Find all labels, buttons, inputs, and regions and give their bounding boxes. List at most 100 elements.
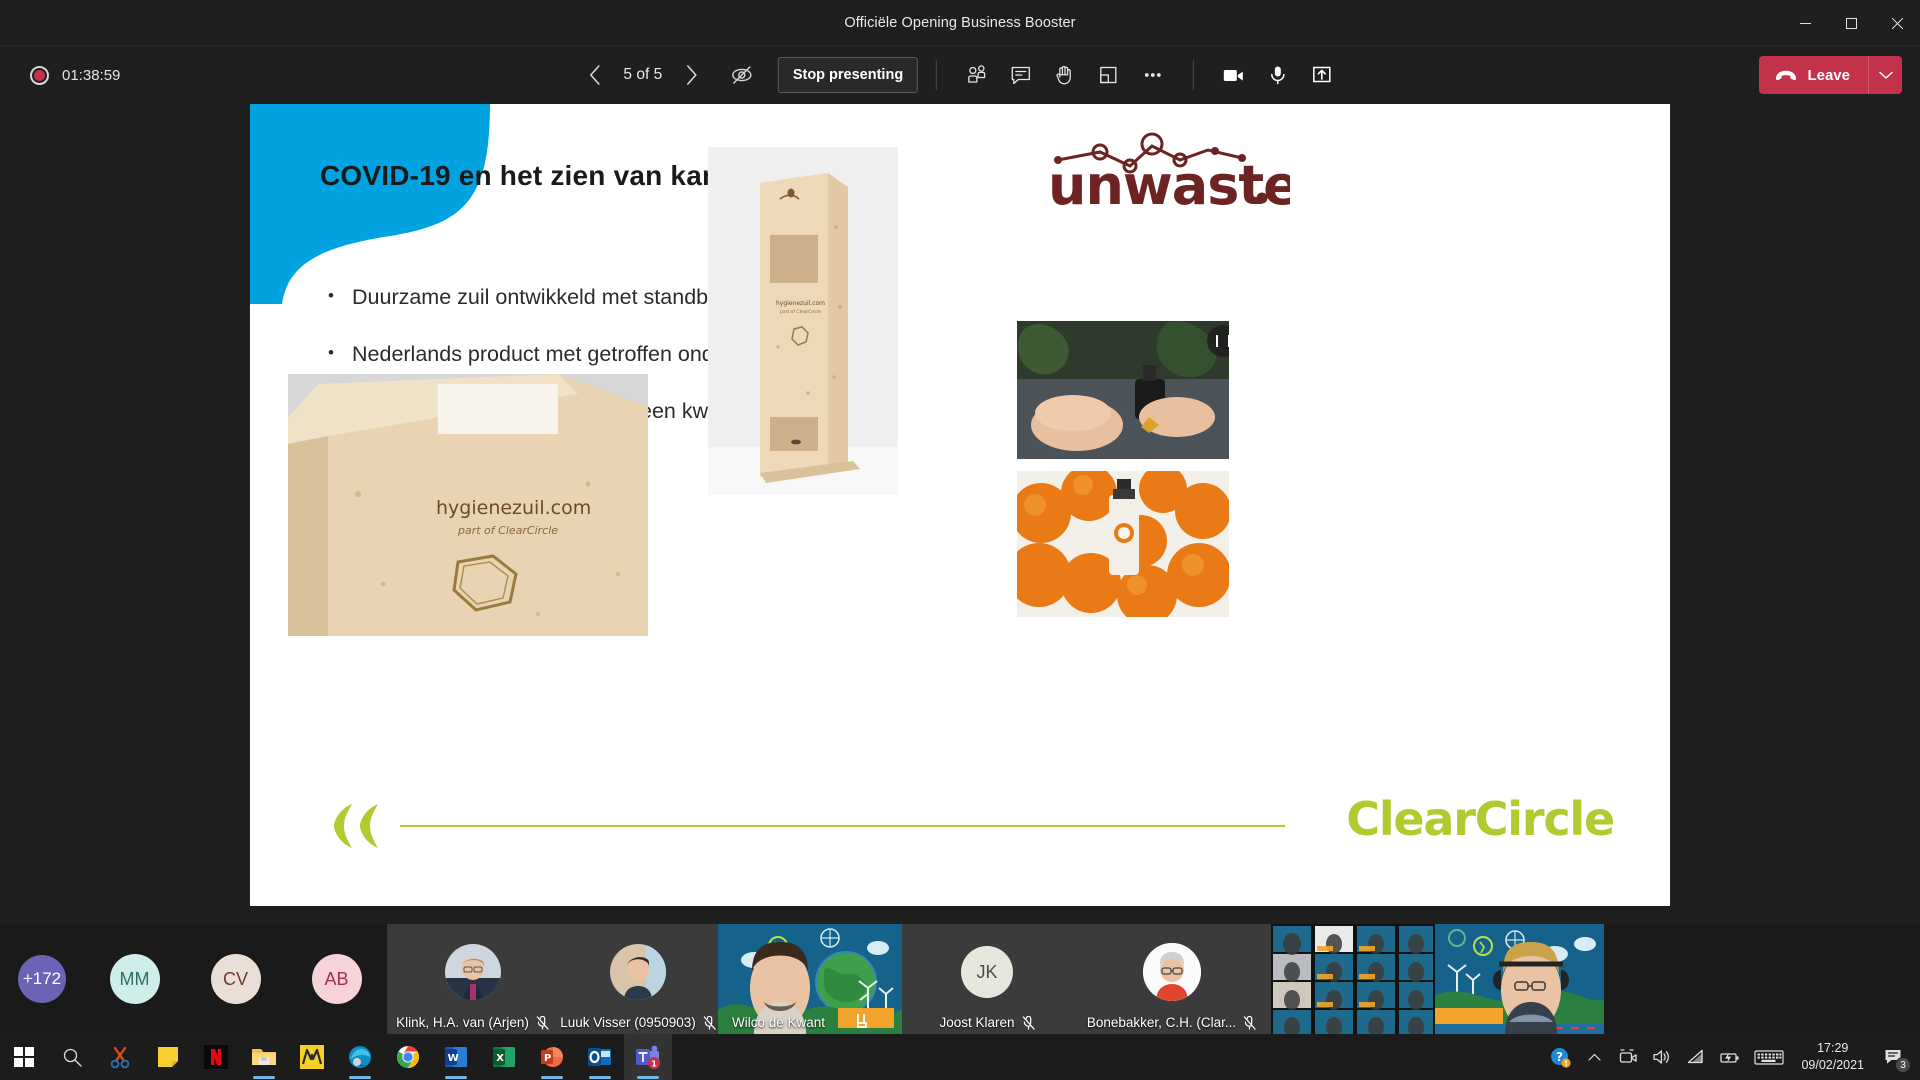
running-indicator <box>445 1076 467 1079</box>
chevron-up-icon[interactable] <box>1577 1034 1611 1080</box>
presentation-controls: 5 of 5 Stop presenting <box>576 46 1344 104</box>
previous-slide-button[interactable] <box>576 56 614 94</box>
image-hand-sanitizer-dispense <box>1014 318 1232 462</box>
teams-badge-count: 1 <box>651 1060 657 1069</box>
taskbar-app-netflix[interactable] <box>192 1034 240 1080</box>
next-slide-button[interactable] <box>672 56 710 94</box>
meeting-toolbar: 01:38:59 5 of 5 Stop presenting <box>0 46 1920 104</box>
participant-tile-joost[interactable]: JK Joost Klaren <box>902 924 1072 1034</box>
stop-presenting-button[interactable]: Stop presenting <box>778 57 918 93</box>
taskbar-app-snipping-tool[interactable] <box>96 1034 144 1080</box>
taskbar-app-word[interactable]: W <box>432 1034 480 1080</box>
help-icon[interactable]: ? <box>1543 1034 1577 1080</box>
participant-tile-mm[interactable]: MM <box>84 924 185 1034</box>
volume-icon[interactable] <box>1645 1034 1679 1080</box>
taskbar-app-teams[interactable]: 1 <box>624 1034 672 1080</box>
leave-main[interactable]: Leave <box>1759 56 1868 94</box>
participant-tile-video-grid[interactable] <box>1271 924 1435 1034</box>
meeting-stage: COVID-19 en het zien van kansen • Duurza… <box>0 104 1920 924</box>
participant-name: Wilco de Kwant <box>732 1015 825 1030</box>
overflow-participants-tile[interactable]: +172 <box>0 924 84 1034</box>
participant-tile-ab[interactable]: AB <box>286 924 387 1034</box>
participant-name: Joost Klaren <box>939 1015 1014 1030</box>
close-button[interactable] <box>1874 0 1920 46</box>
leave-dropdown-caret[interactable] <box>1868 56 1902 94</box>
svg-text:unwaste: unwaste <box>1048 154 1290 214</box>
participant-name: Bonebakker, C.H. (Clar... <box>1087 1015 1236 1030</box>
participant-tile-bonebakker[interactable]: Bonebakker, C.H. (Clar... <box>1072 924 1271 1034</box>
mic-muted-icon <box>536 1016 549 1030</box>
share-content-icon[interactable] <box>1300 53 1344 97</box>
svg-text:P: P <box>544 1053 551 1064</box>
brand-rule <box>400 825 1285 827</box>
participant-nametag: Wilco de Kwant <box>718 1015 902 1030</box>
wifi-icon[interactable] <box>1679 1034 1713 1080</box>
raise-hand-icon[interactable] <box>1043 53 1087 97</box>
running-indicator <box>637 1076 659 1079</box>
participant-tile-video-last[interactable] <box>1435 924 1604 1034</box>
breakout-rooms-icon[interactable] <box>1087 53 1131 97</box>
leave-button[interactable]: Leave <box>1759 56 1902 94</box>
avatar <box>610 944 666 1000</box>
taskbar-app-mendeley[interactable] <box>288 1034 336 1080</box>
touch-keyboard-icon[interactable] <box>1747 1034 1791 1080</box>
leave-label: Leave <box>1807 67 1850 84</box>
maximize-button[interactable] <box>1828 0 1874 46</box>
chat-icon[interactable] <box>999 53 1043 97</box>
running-indicator <box>253 1076 275 1079</box>
toolbar-divider-2 <box>1193 60 1194 90</box>
start-button[interactable] <box>0 1034 48 1080</box>
shared-slide[interactable]: COVID-19 en het zien van kansen • Duurza… <box>250 104 1670 906</box>
running-indicator <box>541 1076 563 1079</box>
battery-icon[interactable] <box>1713 1034 1747 1080</box>
window-title: Officiële Opening Business Booster <box>844 15 1075 31</box>
participant-tile-cv[interactable]: CV <box>185 924 286 1034</box>
people-icon[interactable] <box>955 53 999 97</box>
microphone-icon[interactable] <box>1256 53 1300 97</box>
participant-nametag: Klink, H.A. van (Arjen) <box>387 1015 558 1030</box>
call-controls: Leave <box>1745 46 1902 104</box>
taskbar-app-sticky-notes[interactable] <box>144 1034 192 1080</box>
participant-name: Klink, H.A. van (Arjen) <box>396 1015 529 1030</box>
mic-muted-icon <box>1022 1016 1035 1030</box>
avatar: +172 <box>18 955 66 1003</box>
participant-nametag: Luuk Visser (0950903) <box>558 1015 718 1030</box>
notifications-icon[interactable]: 3 <box>1874 1034 1914 1080</box>
svg-text:part of ClearCircle: part of ClearCircle <box>780 309 821 315</box>
taskbar-clock[interactable]: 17:29 09/02/2021 <box>1791 1040 1874 1074</box>
taskbar-app-excel[interactable]: X <box>480 1034 528 1080</box>
more-actions-icon[interactable] <box>1131 53 1175 97</box>
clearcircle-wordmark: ClearCircle <box>1346 792 1614 846</box>
mic-muted-icon <box>703 1016 716 1030</box>
minimize-button[interactable] <box>1782 0 1828 46</box>
blue-wave-decoration <box>250 104 550 304</box>
camera-in-use-icon[interactable] <box>1611 1034 1645 1080</box>
image-hygiene-column-closeup: hygienezuil.com part of ClearCircle <box>288 374 648 636</box>
avatar: JK <box>961 946 1013 998</box>
teams-meeting-window: Officiële Opening Business Booster 01:38… <box>0 0 1920 1080</box>
recording-indicator: 01:38:59 <box>30 46 120 104</box>
svg-text:hygienezuil.com: hygienezuil.com <box>436 497 591 519</box>
stop-presenting-label: Stop presenting <box>793 67 903 83</box>
taskbar-app-file-explorer[interactable] <box>240 1034 288 1080</box>
taskbar-app-microsoft-edge[interactable] <box>336 1034 384 1080</box>
clearcircle-leaf-icon <box>330 800 390 850</box>
video-feed <box>1435 924 1604 1034</box>
unwaste-logo: unwaste <box>1030 124 1290 214</box>
taskbar-app-powerpoint[interactable]: P <box>528 1034 576 1080</box>
camera-icon[interactable] <box>1212 53 1256 97</box>
eye-off-icon[interactable] <box>722 56 762 94</box>
video-feed-grid <box>1271 924 1435 1034</box>
image-hygiene-column-full: hygienezuil.com part of ClearCircle <box>708 147 898 495</box>
participant-nametag: Bonebakker, C.H. (Clar... <box>1072 1015 1271 1030</box>
search-icon[interactable] <box>48 1034 96 1080</box>
avatar <box>445 944 501 1000</box>
participant-tile-wilco[interactable]: Wilco de Kwant <box>718 924 902 1034</box>
participant-tile-luuk[interactable]: Luuk Visser (0950903) <box>558 924 718 1034</box>
bullet-marker: • <box>328 284 352 311</box>
taskbar-app-outlook[interactable] <box>576 1034 624 1080</box>
participant-tile-klink[interactable]: Klink, H.A. van (Arjen) <box>387 924 558 1034</box>
svg-text:hygienezuil.com: hygienezuil.com <box>776 300 825 307</box>
participant-filmstrip: +172 MM CV AB <box>0 924 1920 1034</box>
taskbar-app-google-chrome[interactable] <box>384 1034 432 1080</box>
